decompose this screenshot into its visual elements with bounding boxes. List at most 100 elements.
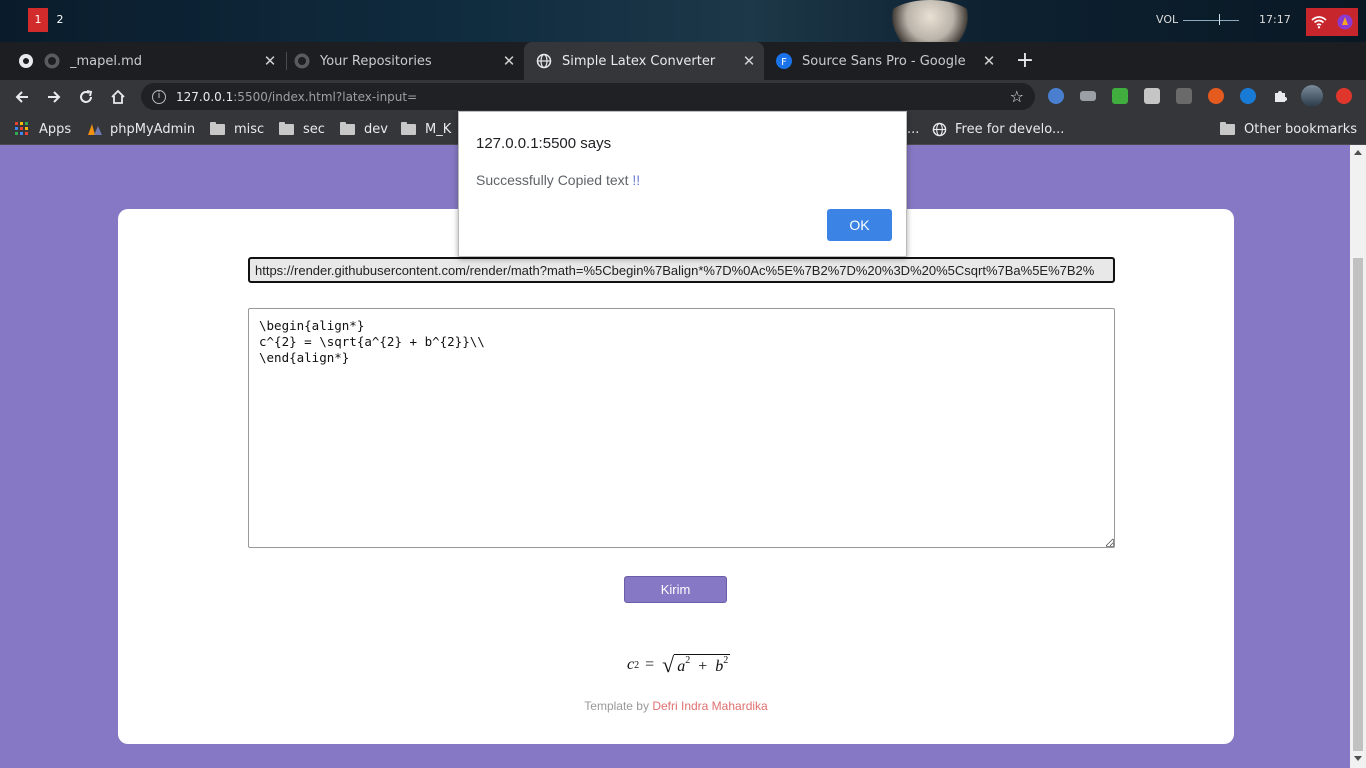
volume-label: VOL (1156, 13, 1179, 26)
close-icon[interactable]: ✕ (494, 52, 524, 70)
folder-icon (401, 121, 416, 135)
ok-button[interactable]: OK (827, 209, 892, 241)
extension-blue-icon[interactable] (1240, 88, 1256, 104)
bookmark-label: Apps (39, 121, 72, 137)
tab-google-fonts[interactable]: F Source Sans Pro - Google ✕ (764, 42, 1004, 80)
avatar[interactable] (1301, 85, 1323, 107)
tab-divider (286, 52, 287, 70)
bookmark-folder-mk[interactable]: M_K (401, 120, 451, 138)
bookmark-label: ... (907, 121, 920, 137)
volume-slider-knob[interactable] (1219, 14, 1221, 25)
folder-icon (279, 121, 294, 135)
dialog-title: 127.0.0.1:5500 says (476, 135, 612, 152)
close-icon[interactable]: ✕ (974, 52, 1004, 70)
wallpaper-figure (885, 0, 975, 42)
bookmark-other[interactable]: Other bookmarks (1220, 120, 1357, 138)
phpmyadmin-icon (88, 124, 102, 135)
forward-icon[interactable] (43, 86, 65, 108)
bookmark-star-icon[interactable]: ☆ (1010, 87, 1024, 106)
apps-grid-icon (15, 122, 28, 135)
page-footer: Template by Defri Indra Mahardika (118, 699, 1234, 713)
google-fonts-icon: F (776, 53, 792, 69)
new-tab-button[interactable]: + (1013, 49, 1037, 73)
address-bar[interactable]: i 127.0.0.1 :5500/index.html?latex-input… (141, 83, 1035, 110)
math-exp: 2 (634, 659, 640, 671)
tab-mapel[interactable]: _mapel.md ✕ (0, 42, 285, 80)
bookmark-folder-dev[interactable]: dev (340, 120, 388, 138)
math-plus: + (698, 658, 708, 675)
volume-slider[interactable] (1183, 20, 1239, 21)
scroll-up-arrow-icon[interactable] (1354, 150, 1362, 155)
tab-title: Simple Latex Converter (562, 53, 716, 69)
extension-fire-icon[interactable] (1208, 88, 1224, 104)
bookmark-label: dev (364, 121, 388, 137)
app-tray-icon[interactable] (1337, 14, 1353, 30)
dialog-message: Successfully Copied text !! (476, 172, 640, 188)
info-icon[interactable]: i (152, 89, 166, 104)
dialog-message-emph: !! (632, 172, 641, 188)
kirim-button[interactable]: Kirim (624, 576, 727, 603)
close-icon[interactable]: ✕ (255, 52, 285, 70)
close-icon[interactable]: ✕ (734, 52, 764, 70)
tab-title: Your Repositories (320, 53, 432, 69)
chrome-icon (18, 53, 34, 69)
folder-icon (210, 121, 225, 135)
bookmark-folder-sec[interactable]: sec (279, 120, 325, 138)
tab-title: _mapel.md (70, 53, 143, 69)
render-url-output[interactable]: https://render.githubusercontent.com/ren… (248, 257, 1115, 283)
tab-repositories[interactable]: Your Repositories ✕ (288, 42, 524, 80)
sqrt-icon: √ (662, 652, 675, 677)
converter-card: https://render.githubusercontent.com/ren… (118, 209, 1234, 744)
bookmark-phpmyadmin[interactable]: phpMyAdmin (87, 120, 195, 138)
page-scrollbar[interactable] (1350, 145, 1366, 768)
tab-title: Source Sans Pro - Google (802, 53, 966, 69)
bookmark-label: M_K (425, 121, 452, 137)
svg-text:F: F (781, 57, 787, 68)
back-icon[interactable] (11, 86, 33, 108)
math-equals: = (645, 656, 655, 673)
workspace-2[interactable]: 2 (50, 8, 70, 32)
github-icon (294, 53, 310, 69)
latex-input[interactable]: \begin{align*} c^{2} = \sqrt{a^{2} + b^{… (248, 308, 1115, 548)
clock: 17:17 (1259, 13, 1291, 26)
bookmark-label: sec (303, 121, 325, 137)
scrollbar-thumb[interactable] (1353, 258, 1363, 751)
folder-icon (340, 121, 355, 135)
footer-prefix: Template by (584, 699, 653, 713)
dialog-message-text: Successfully Copied text (476, 172, 633, 188)
resize-grip-icon[interactable] (1106, 539, 1114, 547)
wifi-icon[interactable] (1311, 15, 1327, 29)
math-exp: 2 (685, 655, 691, 666)
system-tray[interactable] (1306, 8, 1358, 36)
bookmark-apps[interactable]: Apps (15, 120, 71, 138)
globe-icon (536, 53, 552, 69)
math-preview: c2 = √ a2 + b2 (627, 652, 731, 677)
bookmark-truncated[interactable]: ... (907, 120, 919, 138)
update-icon[interactable] (1336, 88, 1352, 104)
extension-qr-icon[interactable] (1176, 88, 1192, 104)
github-icon (44, 53, 60, 69)
scroll-down-arrow-icon[interactable] (1354, 756, 1362, 761)
extension-toggle-icon[interactable] (1080, 91, 1096, 101)
workspace-1[interactable]: 1 (28, 8, 48, 32)
puzzle-icon[interactable] (1272, 88, 1288, 104)
home-icon[interactable] (107, 86, 129, 108)
extension-download-icon[interactable] (1112, 88, 1128, 104)
bookmark-label: misc (234, 121, 265, 137)
math-exp: 2 (723, 655, 729, 666)
bookmark-free-for-dev[interactable]: Free for develo... (932, 120, 1064, 138)
footer-author-link[interactable]: Defri Indra Mahardika (652, 699, 767, 713)
bookmark-label: Free for develo... (955, 121, 1065, 137)
address-path: :5500/index.html?latex-input= (233, 89, 418, 104)
globe-icon (932, 122, 947, 136)
address-host: 127.0.0.1 (176, 89, 234, 104)
extension-vue-icon[interactable] (1144, 88, 1160, 104)
extension-owl-icon[interactable] (1048, 88, 1064, 104)
bookmark-label: Other bookmarks (1244, 121, 1358, 137)
tab-latex-converter[interactable]: Simple Latex Converter ✕ (524, 42, 764, 80)
reload-icon[interactable] (75, 86, 97, 108)
alert-dialog: 127.0.0.1:5500 says Successfully Copied … (458, 111, 907, 257)
folder-icon (1220, 121, 1235, 135)
math-radicand: a2 + b2 (674, 654, 731, 676)
bookmark-folder-misc[interactable]: misc (210, 120, 264, 138)
